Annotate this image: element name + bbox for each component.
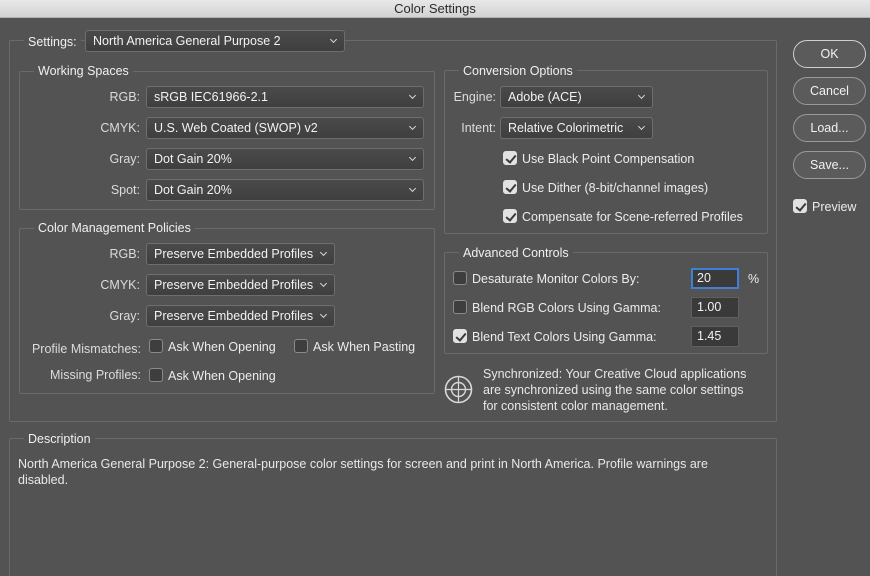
chevron-down-icon [409,118,417,138]
sync-line-1: Synchronized: Your Creative Cloud applic… [483,367,747,381]
blend-text-label: Blend Text Colors Using Gamma: [472,330,657,344]
description-line-2: disabled. [18,473,69,487]
policy-gray-value: Preserve Embedded Profiles [154,309,314,323]
chevron-down-icon [330,31,338,51]
intent-dropdown[interactable]: Relative Colorimetric [500,117,653,139]
sync-line-3: for consistent color management. [483,399,668,413]
sync-target-icon [444,375,473,404]
ws-spot-value: Dot Gain 20% [154,183,232,197]
scene-referred-label: Compensate for Scene-referred Profiles [522,210,743,224]
engine-value: Adobe (ACE) [508,90,582,104]
dither-label: Use Dither (8-bit/channel images) [522,181,709,195]
description-title: Description [24,432,95,446]
policy-rgb-label: RGB: [109,247,140,261]
ws-cmyk-label: CMYK: [100,121,140,135]
engine-dropdown[interactable]: Adobe (ACE) [500,86,653,108]
save-button[interactable]: Save... [793,151,866,179]
policy-gray-dropdown[interactable]: Preserve Embedded Profiles [146,305,335,327]
ws-gray-value: Dot Gain 20% [154,152,232,166]
policy-rgb-value: Preserve Embedded Profiles [154,247,314,261]
chevron-down-icon [320,306,328,326]
desaturate-label: Desaturate Monitor Colors By: [472,272,640,286]
chevron-down-icon [638,87,646,107]
ws-rgb-label: RGB: [109,90,140,104]
chevron-down-icon [409,87,417,107]
dither-checkbox[interactable] [503,180,517,194]
settings-dropdown-value: North America General Purpose 2 [93,34,281,48]
ws-cmyk-dropdown[interactable]: U.S. Web Coated (SWOP) v2 [146,117,424,139]
settings-label: Settings: [24,34,81,50]
chevron-down-icon [320,275,328,295]
chevron-down-icon [409,180,417,200]
chevron-down-icon [320,244,328,264]
blend-text-input[interactable]: 1.45 [691,326,739,347]
policy-cmyk-value: Preserve Embedded Profiles [154,278,314,292]
black-point-checkbox[interactable] [503,151,517,165]
window-title: Color Settings [0,0,870,18]
blend-text-checkbox[interactable] [453,329,467,343]
ok-button[interactable]: OK [793,40,866,68]
desaturate-unit: % [748,272,760,286]
preview-checkbox[interactable] [793,199,807,213]
engine-label: Engine: [453,90,496,104]
blend-rgb-label: Blend RGB Colors Using Gamma: [472,301,661,315]
scene-referred-checkbox[interactable] [503,209,517,223]
ws-cmyk-value: U.S. Web Coated (SWOP) v2 [154,121,318,135]
cancel-button[interactable]: Cancel [793,77,866,105]
ws-gray-label: Gray: [109,152,140,166]
policies-title: Color Management Policies [34,221,195,235]
policy-cmyk-label: CMYK: [100,278,140,292]
ws-spot-label: Spot: [110,183,140,197]
ws-rgb-dropdown[interactable]: sRGB IEC61966-2.1 [146,86,424,108]
missing-open-checkbox[interactable] [149,368,163,382]
sync-line-2: are synchronized using the same color se… [483,383,744,397]
desaturate-checkbox[interactable] [453,271,467,285]
intent-label: Intent: [461,121,496,135]
settings-dropdown[interactable]: North America General Purpose 2 [85,30,345,52]
blend-rgb-input[interactable]: 1.00 [691,297,739,318]
chevron-down-icon [409,149,417,169]
mismatch-open-checkbox[interactable] [149,339,163,353]
intent-value: Relative Colorimetric [508,121,624,135]
mismatch-paste-checkbox[interactable] [294,339,308,353]
ws-spot-dropdown[interactable]: Dot Gain 20% [146,179,424,201]
policy-cmyk-dropdown[interactable]: Preserve Embedded Profiles [146,274,335,296]
working-spaces-title: Working Spaces [34,64,133,78]
blend-rgb-checkbox[interactable] [453,300,467,314]
preview-label: Preview [812,200,857,214]
ws-gray-dropdown[interactable]: Dot Gain 20% [146,148,424,170]
advanced-title: Advanced Controls [459,246,573,260]
chevron-down-icon [638,118,646,138]
ws-rgb-value: sRGB IEC61966-2.1 [154,90,268,104]
missing-profiles-label: Missing Profiles: [50,368,141,382]
policy-rgb-dropdown[interactable]: Preserve Embedded Profiles [146,243,335,265]
desaturate-input[interactable]: 20 [691,268,739,289]
load-button[interactable]: Load... [793,114,866,142]
conversion-title: Conversion Options [459,64,577,78]
description-line-1: North America General Purpose 2: General… [18,457,708,471]
black-point-label: Use Black Point Compensation [522,152,695,166]
profile-mismatches-label: Profile Mismatches: [31,342,141,356]
policy-gray-label: Gray: [109,309,140,323]
mismatch-paste-label: Ask When Pasting [313,340,416,354]
missing-open-label: Ask When Opening [168,369,276,383]
mismatch-open-label: Ask When Opening [168,340,276,354]
